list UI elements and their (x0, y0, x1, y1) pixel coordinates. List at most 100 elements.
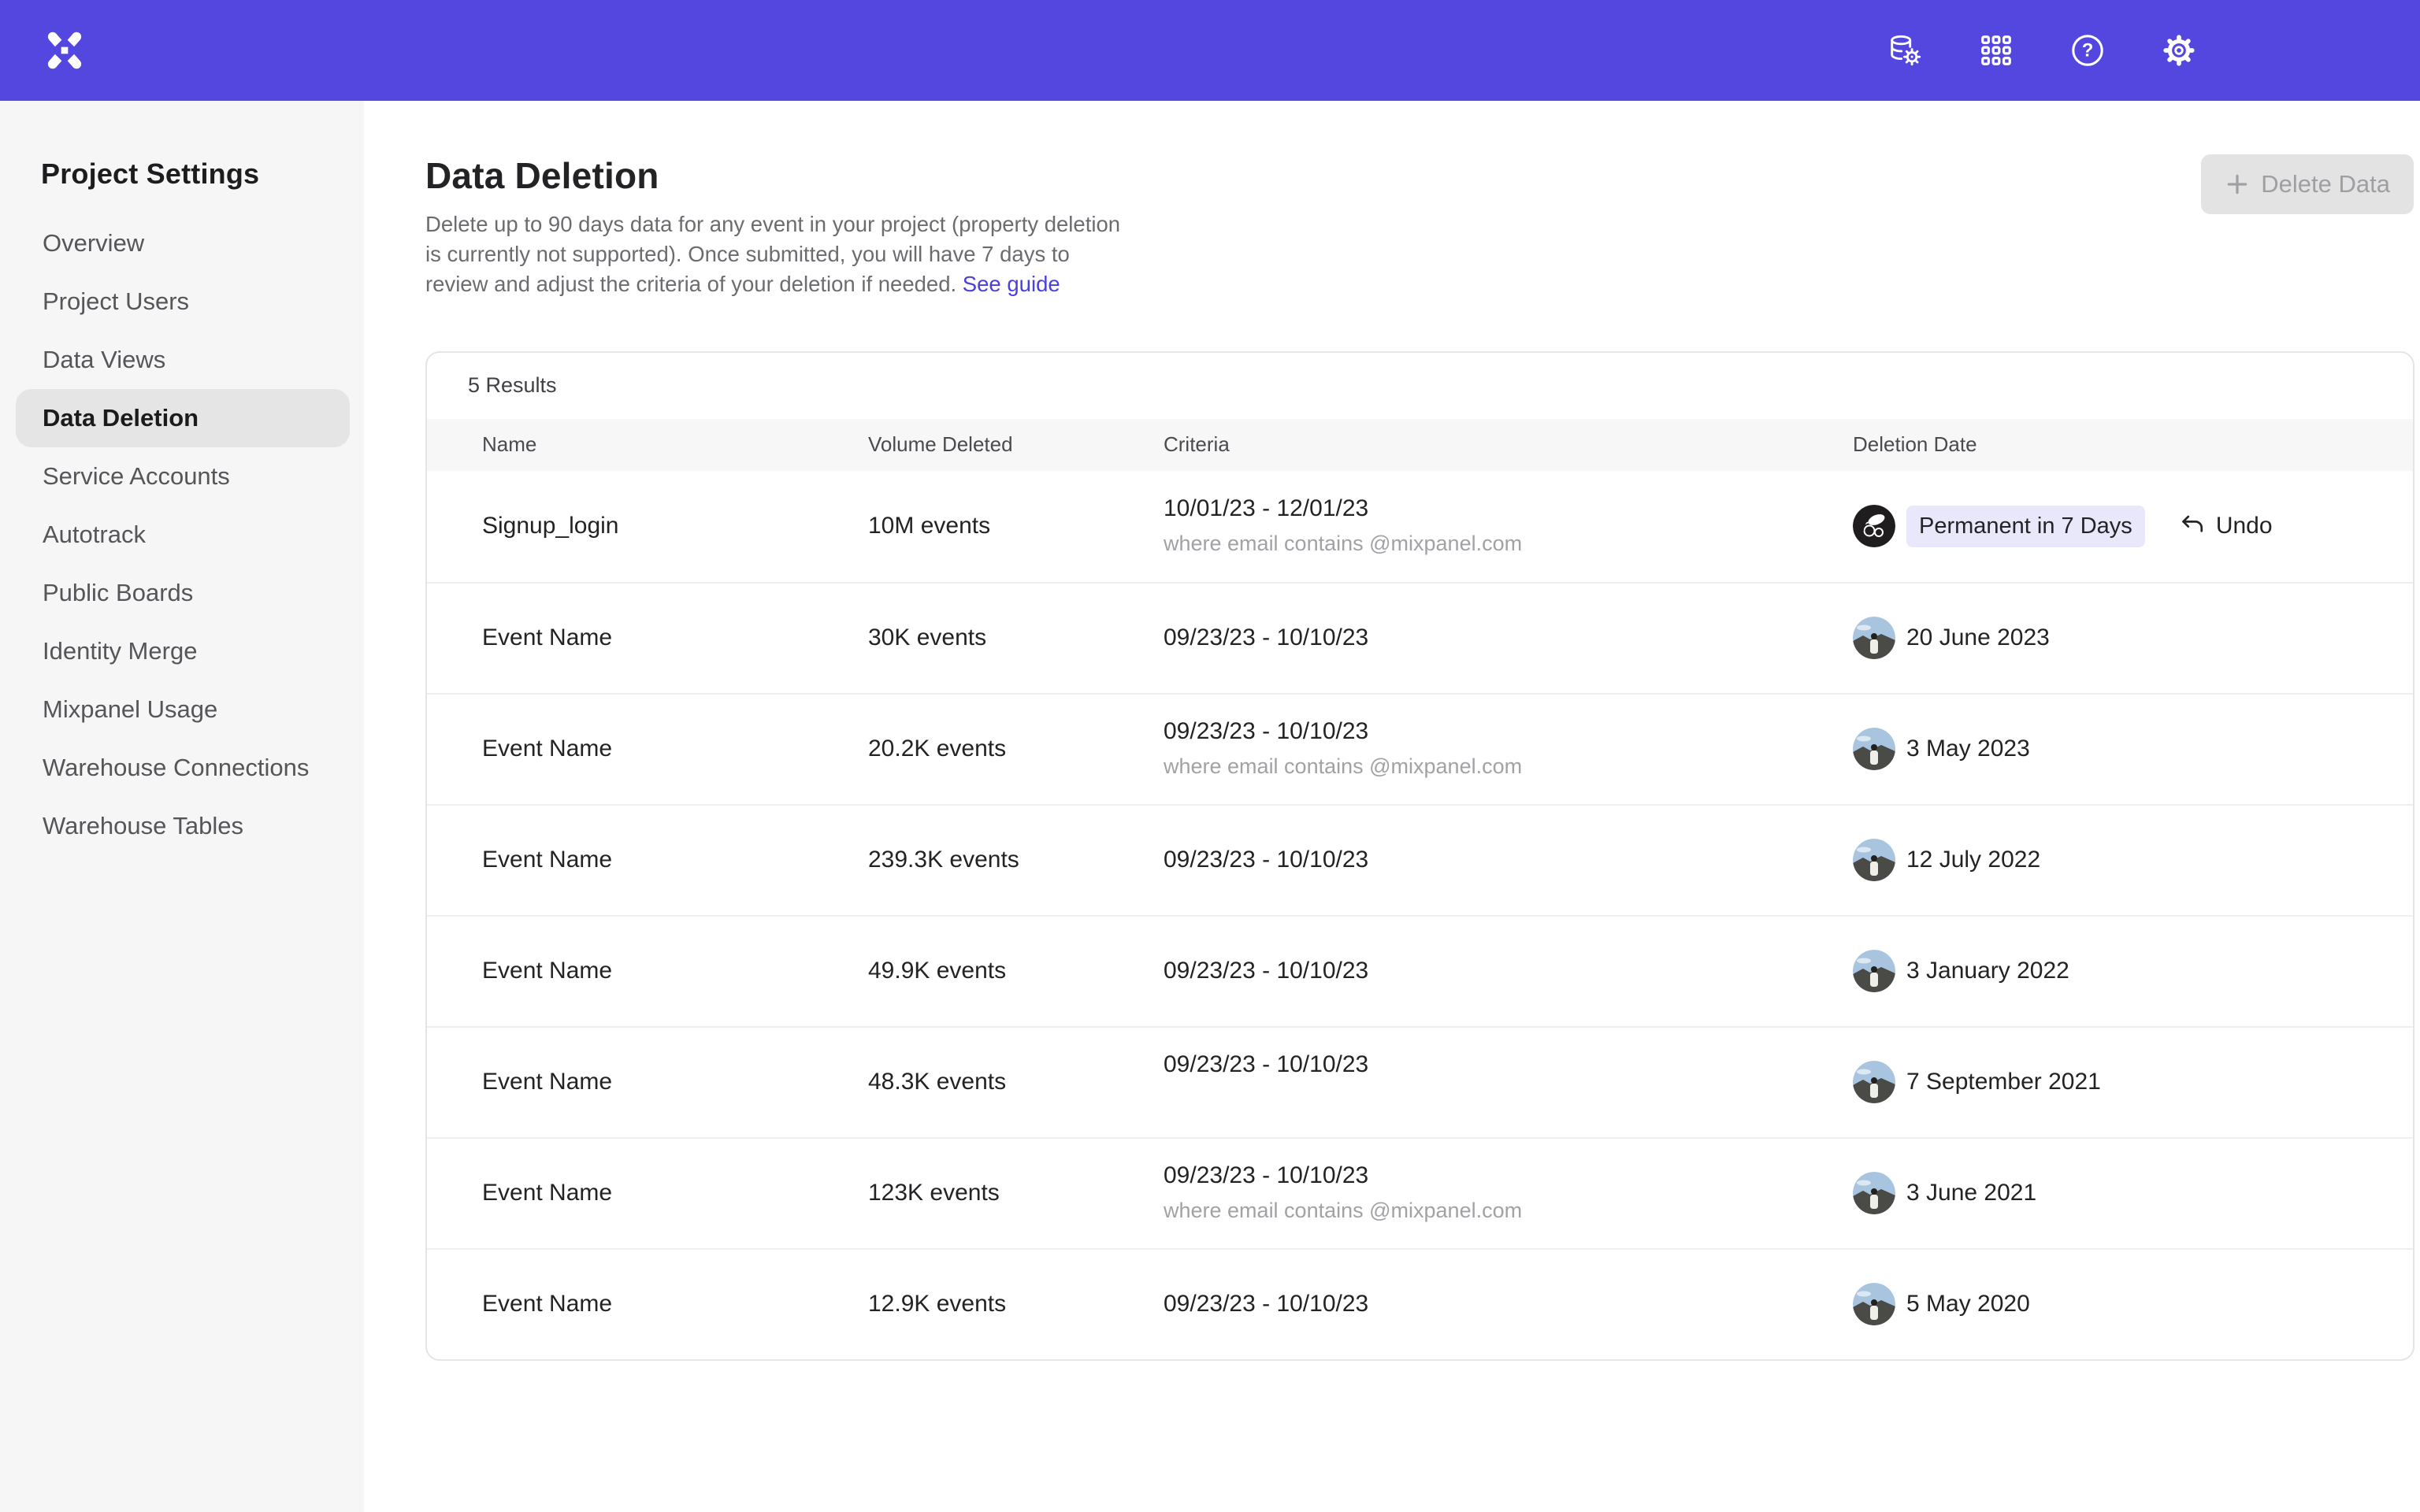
avatar (1853, 505, 1895, 547)
criteria-subtext: where email contains @mixpanel.com (1164, 754, 1853, 780)
table-row: Event Name 123K events 09/23/23 - 10/10/… (427, 1137, 2413, 1248)
sidebar-item-public-boards[interactable]: Public Boards (0, 564, 364, 622)
sidebar-item-data-deletion[interactable]: Data Deletion (16, 389, 350, 447)
delete-data-button-label: Delete Data (2261, 170, 2390, 198)
avatar (1853, 728, 1895, 770)
deletion-date-cell: 5 May 2020 (1853, 1283, 2413, 1325)
event-name: Event Name (482, 847, 868, 873)
criteria-cell: 10/01/23 - 12/01/23 where email contains … (1164, 495, 1853, 557)
deletion-date-text: 5 May 2020 (1906, 1291, 2030, 1317)
deletion-date-text: 3 June 2021 (1906, 1180, 2036, 1206)
sidebar-item-overview[interactable]: Overview (0, 214, 364, 272)
criteria-subtext: where email contains @mixpanel.com (1164, 1199, 1853, 1224)
sidebar-item-warehouse-tables[interactable]: Warehouse Tables (0, 797, 364, 855)
criteria-cell: 09/23/23 - 10/10/23 (1164, 1051, 1853, 1113)
event-name: Event Name (482, 624, 868, 651)
data-management-icon[interactable] (1887, 32, 1923, 69)
event-name: Event Name (482, 1069, 868, 1095)
volume-deleted: 12.9K events (868, 1291, 1164, 1317)
deletion-date-cell: 3 June 2021 (1853, 1172, 2413, 1214)
svg-text:?: ? (2082, 40, 2094, 61)
criteria-cell: 09/23/23 - 10/10/23 where email contains … (1164, 1162, 1853, 1224)
criteria-subtext (1164, 1088, 1853, 1113)
sidebar-item-identity-merge[interactable]: Identity Merge (0, 622, 364, 680)
deletion-date-text: 3 May 2023 (1906, 736, 2030, 762)
undo-label: Undo (2216, 513, 2273, 539)
table-header-row: Name Volume Deleted Criteria Deletion Da… (427, 419, 2413, 471)
deletion-date-cell: 12 July 2022 (1853, 839, 2413, 881)
event-name: Signup_login (482, 513, 868, 539)
deletion-date-text: 20 June 2023 (1906, 624, 2050, 651)
deletion-date-cell: 3 January 2022 (1853, 950, 2413, 992)
page-description: Delete up to 90 days data for any event … (425, 209, 1134, 299)
deletion-requests-card: 5 Results Name Volume Deleted Criteria D… (425, 351, 2414, 1361)
column-header-volume: Volume Deleted (868, 432, 1164, 457)
table-row: Event Name 49.9K events 09/23/23 - 10/10… (427, 915, 2413, 1026)
criteria-date-range: 09/23/23 - 10/10/23 (1164, 847, 1853, 873)
criteria-date-range: 09/23/23 - 10/10/23 (1164, 1162, 1853, 1189)
deletion-date-text: 12 July 2022 (1906, 847, 2040, 873)
sidebar-item-service-accounts[interactable]: Service Accounts (0, 447, 364, 506)
delete-data-button[interactable]: Delete Data (2201, 154, 2414, 214)
table-body: Signup_login 10M events 10/01/23 - 12/01… (427, 471, 2413, 1359)
event-name: Event Name (482, 958, 868, 984)
volume-deleted: 239.3K events (868, 847, 1164, 873)
sidebar-item-data-views[interactable]: Data Views (0, 331, 364, 389)
column-header-deletion-date: Deletion Date (1853, 432, 2413, 457)
deletion-date-cell: Permanent in 7 Days Undo (1853, 505, 2413, 547)
table-row: Event Name 30K events 09/23/23 - 10/10/2… (427, 582, 2413, 693)
criteria-subtext: where email contains @mixpanel.com (1164, 532, 1853, 557)
event-name: Event Name (482, 1291, 868, 1317)
sidebar-item-project-users[interactable]: Project Users (0, 272, 364, 331)
deletion-date-cell: 3 May 2023 (1853, 728, 2413, 770)
event-name: Event Name (482, 1180, 868, 1206)
avatar (1853, 839, 1895, 881)
criteria-cell: 09/23/23 - 10/10/23 (1164, 624, 1853, 651)
criteria-cell: 09/23/23 - 10/10/23 (1164, 1291, 1853, 1317)
avatar (1853, 1172, 1895, 1214)
table-row: Event Name 20.2K events 09/23/23 - 10/10… (427, 693, 2413, 804)
top-bar: ? (0, 0, 2420, 101)
criteria-date-range: 09/23/23 - 10/10/23 (1164, 624, 1853, 651)
criteria-date-range: 10/01/23 - 12/01/23 (1164, 495, 1853, 522)
criteria-cell: 09/23/23 - 10/10/23 where email contains … (1164, 718, 1853, 780)
settings-icon[interactable] (2161, 32, 2197, 69)
volume-deleted: 30K events (868, 624, 1164, 651)
criteria-cell: 09/23/23 - 10/10/23 (1164, 958, 1853, 984)
table-row: Event Name 239.3K events 09/23/23 - 10/1… (427, 804, 2413, 915)
avatar (1853, 617, 1895, 659)
results-count: 5 Results (427, 353, 2413, 419)
avatar (1853, 950, 1895, 992)
deletion-date-cell: 7 September 2021 (1853, 1061, 2413, 1103)
table-row: Event Name 48.3K events 09/23/23 - 10/10… (427, 1026, 2413, 1137)
sidebar-item-mixpanel-usage[interactable]: Mixpanel Usage (0, 680, 364, 739)
deletion-date-cell: 20 June 2023 (1853, 617, 2413, 659)
page-header-text: Data Deletion Delete up to 90 days data … (425, 154, 1134, 299)
main-content: Data Deletion Delete up to 90 days data … (364, 101, 2420, 1512)
sidebar-item-autotrack[interactable]: Autotrack (0, 506, 364, 564)
deletion-date-text: 3 January 2022 (1906, 958, 2069, 984)
undo-button[interactable]: Undo (2180, 513, 2273, 539)
volume-deleted: 123K events (868, 1180, 1164, 1206)
criteria-date-range: 09/23/23 - 10/10/23 (1164, 718, 1853, 745)
project-settings-sidebar: Project Settings OverviewProject UsersDa… (0, 101, 364, 1512)
mixpanel-logo-icon[interactable] (44, 30, 85, 71)
help-icon[interactable]: ? (2069, 32, 2106, 69)
column-header-name: Name (482, 432, 868, 457)
volume-deleted: 48.3K events (868, 1069, 1164, 1095)
volume-deleted: 20.2K events (868, 736, 1164, 762)
table-row: Event Name 12.9K events 09/23/23 - 10/10… (427, 1248, 2413, 1359)
sidebar-title: Project Settings (41, 158, 364, 191)
page-title: Data Deletion (425, 154, 1134, 197)
volume-deleted: 49.9K events (868, 958, 1164, 984)
see-guide-link[interactable]: See guide (963, 272, 1060, 296)
sidebar-item-warehouse-connections[interactable]: Warehouse Connections (0, 739, 364, 797)
avatar (1853, 1061, 1895, 1103)
undo-icon (2180, 513, 2207, 539)
criteria-date-range: 09/23/23 - 10/10/23 (1164, 1291, 1853, 1317)
avatar (1853, 1283, 1895, 1325)
criteria-cell: 09/23/23 - 10/10/23 (1164, 847, 1853, 873)
plus-icon (2225, 172, 2250, 197)
apps-grid-icon[interactable] (1978, 32, 2014, 69)
criteria-date-range: 09/23/23 - 10/10/23 (1164, 1051, 1853, 1078)
